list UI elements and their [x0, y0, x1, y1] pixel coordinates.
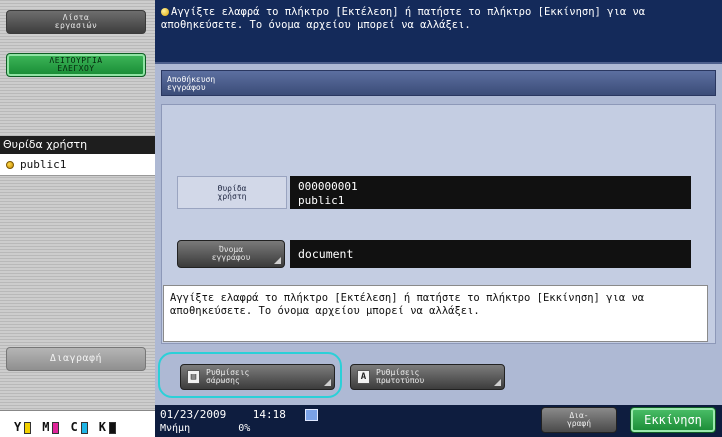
utility-label: ΛΕΙΤΟΥΡΓΙΑ ΕΛΕΓΧΟΥ	[49, 56, 103, 73]
date-text: 01/23/2009	[160, 408, 227, 421]
user-box-label: Θυρίδα χρήστη	[177, 176, 287, 209]
info-bulb-icon	[161, 8, 169, 16]
document-name-value: document	[290, 240, 691, 268]
network-status-icon	[305, 409, 318, 421]
left-panel: Λίστα εργασιών ΛΕΙΤΟΥΡΓΙΑ ΕΛΕΓΧΟΥ Θυρίδα…	[0, 0, 155, 437]
toner-label: K	[98, 420, 106, 434]
memory-indicator: Μνήμη 0%	[160, 423, 250, 435]
cancel-label: Δια- γραφή	[566, 411, 592, 428]
dialog-title-text: Αποθήκευση εγγράφου	[167, 75, 216, 92]
top-message-text: Αγγίξτε ελαφρά το πλήκτρο [Εκτέλεση] ή π…	[161, 6, 646, 31]
document-name-button[interactable]: Όνομα εγγράφου	[177, 240, 285, 268]
instruction-message-box: Αγγίξτε ελαφρά το πλήκτρο [Εκτέλεση] ή π…	[163, 285, 708, 342]
cancel-button[interactable]: Δια- γραφή	[541, 407, 617, 433]
job-list-button[interactable]: Λίστα εργασιών	[6, 10, 146, 34]
time-text: 14:18	[252, 408, 286, 421]
box-icon	[6, 161, 14, 169]
toner-indicator: YMCK	[0, 410, 155, 437]
delete-label: Διαγραφή	[49, 353, 103, 364]
original-settings-button[interactable]: A Ρυθμίσεις πρωτοτύπου	[350, 364, 505, 390]
user-box-label-text: Θυρίδα χρήστη	[217, 183, 247, 201]
toner-level-bar	[80, 422, 88, 434]
box-item-label: public1	[20, 158, 67, 171]
dialog-title: Αποθήκευση εγγράφου	[161, 70, 716, 96]
toner-label: Y	[14, 420, 22, 434]
memory-label: Μνήμη	[160, 423, 191, 434]
start-button[interactable]: Εκκίνηση	[630, 407, 716, 433]
user-box-value: 000000001 public1	[290, 176, 691, 209]
status-bar: 01/23/2009 14:18 Μνήμη 0% Δια- γραφή Εκκ…	[155, 405, 722, 437]
document-name-text: document	[298, 247, 354, 261]
document-name-label: Όνομα εγγράφου	[211, 245, 251, 262]
toner-level-bar	[52, 422, 60, 434]
scan-settings-button[interactable]: ▤ Ρυθμίσεις σάρωσης	[180, 364, 335, 390]
delete-button[interactable]: Διαγραφή	[6, 347, 146, 371]
scan-settings-label: Ρυθμίσεις σάρωσης	[206, 368, 250, 385]
toner-level-bar	[24, 422, 32, 434]
box-list-item[interactable]: public1	[0, 154, 155, 176]
toner-label: M	[42, 420, 50, 434]
user-box-number: 000000001	[298, 180, 358, 193]
scan-settings-icon: ▤	[187, 370, 200, 384]
top-message-area: Αγγίξτε ελαφρά το πλήκτρο [Εκτέλεση] ή π…	[155, 0, 722, 62]
toner-label: C	[70, 420, 78, 434]
memory-value: 0%	[238, 423, 251, 434]
job-list-label: Λίστα εργασιών	[54, 13, 98, 30]
user-box-header: Θυρίδα χρήστη	[0, 136, 155, 154]
user-box-name: public1	[298, 194, 345, 207]
toner-level-bar	[108, 422, 116, 434]
date-time: 01/23/2009 14:18	[160, 409, 286, 421]
original-settings-label: Ρυθμίσεις πρωτοτύπου	[376, 368, 425, 385]
instruction-message-text: Αγγίξτε ελαφρά το πλήκτρο [Εκτέλεση] ή π…	[170, 292, 645, 317]
utility-button[interactable]: ΛΕΙΤΟΥΡΓΙΑ ΕΛΕΓΧΟΥ	[6, 53, 146, 77]
start-label: Εκκίνηση	[644, 413, 702, 427]
original-settings-icon: A	[357, 370, 370, 384]
